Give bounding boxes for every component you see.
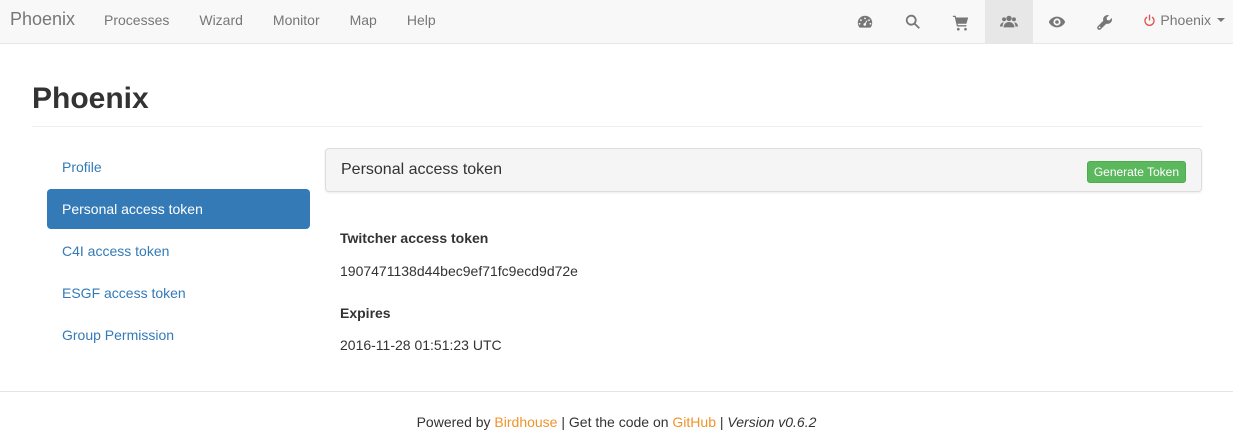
footer-divider — [0, 391, 1233, 392]
cart-icon[interactable] — [937, 0, 985, 43]
settings-sidebar: Profile Personal access token C4I access… — [47, 147, 310, 357]
page-title: Phoenix — [32, 82, 149, 115]
sidebar-item-c4i-access-token[interactable]: C4I access token — [47, 231, 310, 271]
version-label: Version v0.6.2 — [727, 414, 817, 430]
user-menu-label: Phoenix — [1160, 12, 1211, 28]
top-navbar: Phoenix Processes Wizard Monitor Map Hel… — [0, 0, 1233, 44]
wrench-icon[interactable] — [1081, 0, 1129, 43]
footer-get-code: Get the code on — [568, 414, 669, 430]
search-icon[interactable] — [889, 0, 937, 43]
power-icon — [1144, 14, 1156, 26]
expires-value: 2016-11-28 01:51:23 UTC — [340, 337, 502, 353]
dashboard-icon[interactable] — [841, 0, 889, 43]
footer-separator: | — [719, 414, 724, 430]
token-panel-header: Personal access token Generate Token — [325, 148, 1202, 192]
nav-item-processes[interactable]: Processes — [89, 0, 184, 44]
generate-token-button[interactable]: Generate Token — [1086, 161, 1186, 183]
nav-item-wizard[interactable]: Wizard — [184, 0, 258, 44]
sidebar-item-group-permission[interactable]: Group Permission — [47, 315, 310, 355]
sidebar-item-personal-access-token[interactable]: Personal access token — [47, 189, 310, 229]
token-label: Twitcher access token — [340, 230, 489, 246]
expires-label: Expires — [340, 305, 391, 321]
footer: Powered by Birdhouse | Get the code on G… — [0, 414, 1233, 430]
user-menu[interactable]: Phoenix — [1133, 0, 1233, 40]
nav-item-map[interactable]: Map — [335, 0, 392, 44]
nav-right-icons: Phoenix — [841, 0, 1233, 44]
nav-item-monitor[interactable]: Monitor — [258, 0, 335, 44]
panel-title: Personal access token — [341, 161, 502, 178]
birdhouse-link[interactable]: Birdhouse — [494, 414, 557, 430]
nav-item-help[interactable]: Help — [392, 0, 451, 44]
footer-separator: | — [561, 414, 565, 430]
footer-powered-by: Powered by — [416, 414, 491, 430]
title-divider — [32, 126, 1202, 127]
users-icon[interactable] — [985, 0, 1034, 43]
eye-icon[interactable] — [1033, 0, 1081, 43]
sidebar-item-esgf-access-token[interactable]: ESGF access token — [47, 273, 310, 313]
main-nav: Processes Wizard Monitor Map Help — [89, 0, 451, 44]
sidebar-item-profile[interactable]: Profile — [47, 147, 310, 187]
caret-down-icon — [1217, 18, 1225, 22]
token-value: 1907471138d44bec9ef71fc9ecd9d72e — [340, 263, 578, 279]
brand-link[interactable]: Phoenix — [10, 9, 75, 30]
github-link[interactable]: GitHub — [672, 414, 716, 430]
